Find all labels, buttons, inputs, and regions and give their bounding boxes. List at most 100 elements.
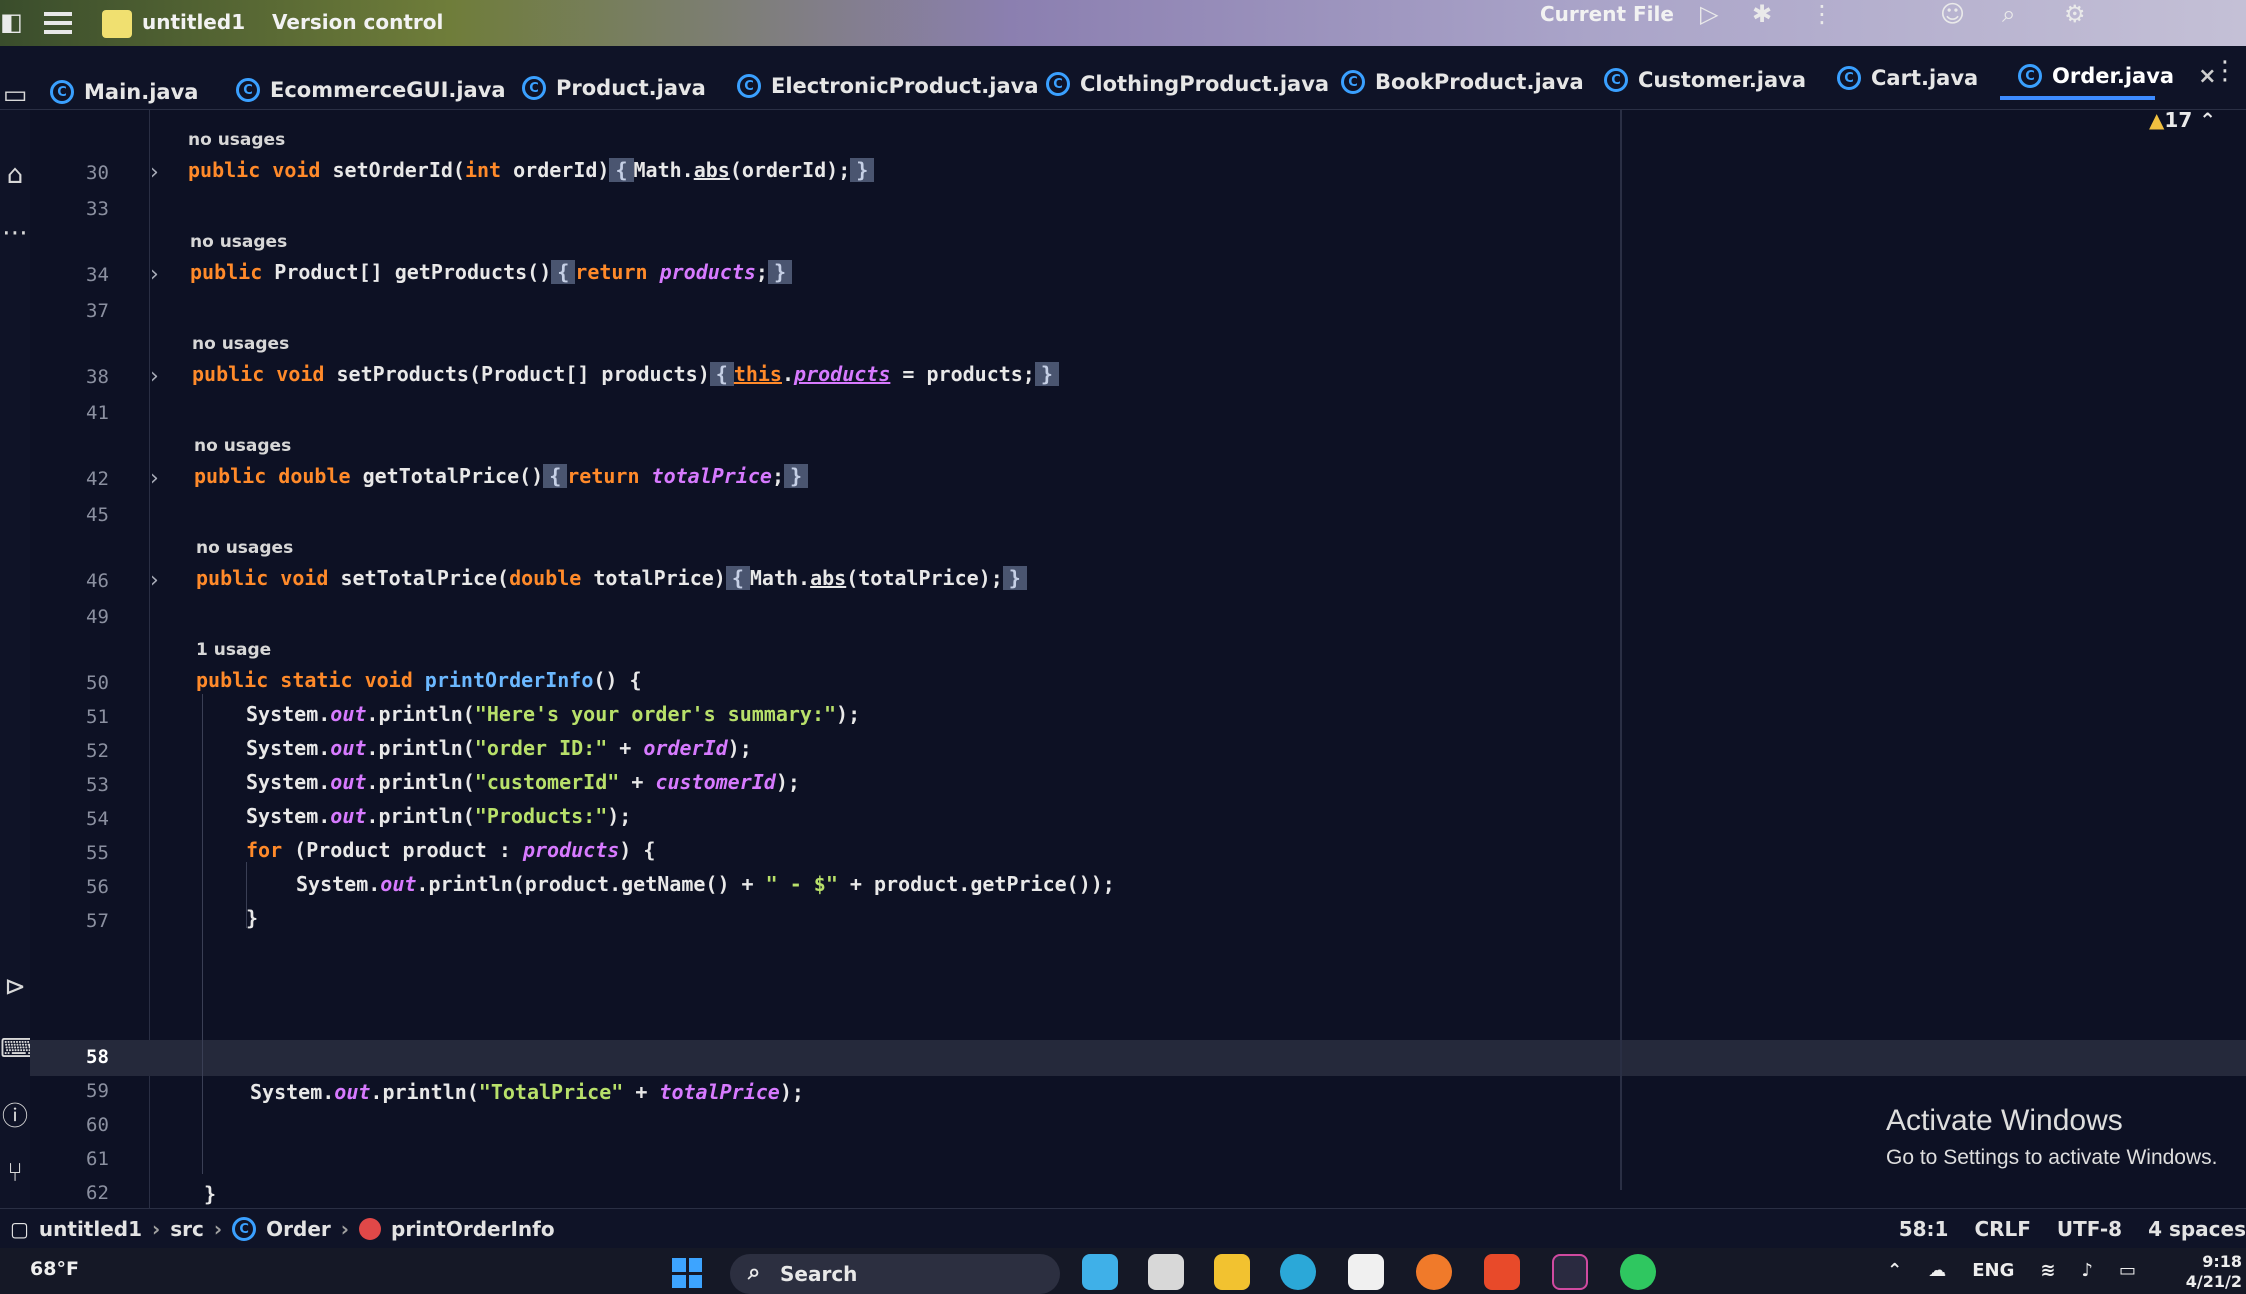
code-line-50: public static void printOrderInfo() { xyxy=(196,668,642,692)
class-icon: C xyxy=(1046,72,1070,96)
usage-hint[interactable]: no usages xyxy=(192,334,289,354)
cursor-position[interactable]: 58:1 xyxy=(1899,1217,1949,1241)
title-bar: ◧ untitled1 Version control Current File… xyxy=(0,0,2246,46)
line-number: 51 xyxy=(86,706,109,728)
class-icon: C xyxy=(1837,66,1861,90)
volume-icon[interactable]: ♪ xyxy=(2081,1260,2093,1281)
brave-browser-icon[interactable] xyxy=(1484,1254,1520,1290)
line-number: 57 xyxy=(86,910,109,932)
tabs-more-icon[interactable]: ⋮ xyxy=(2212,56,2238,86)
store-app-icon[interactable] xyxy=(1348,1254,1384,1290)
settings-gear-icon[interactable]: ⚙ xyxy=(2064,0,2086,28)
chevron-up-icon[interactable]: ⌃ xyxy=(2199,108,2216,132)
inspection-warnings[interactable]: ▲17 ⌃ xyxy=(2149,108,2216,132)
language-indicator[interactable]: ENG xyxy=(1972,1260,2014,1281)
file-encoding[interactable]: UTF-8 xyxy=(2057,1217,2122,1241)
tab-main-java[interactable]: C Main.java xyxy=(50,74,198,110)
chevron-up-icon[interactable]: ⌃ xyxy=(1887,1260,1902,1281)
active-tab-indicator xyxy=(2000,96,2155,100)
warning-count: 17 xyxy=(2164,108,2193,132)
problems-tool-icon[interactable]: ⓘ xyxy=(0,1096,30,1133)
project-selector[interactable]: untitled1 xyxy=(142,10,245,34)
status-indicators: 58:1 CRLF UTF-8 4 spaces xyxy=(1899,1217,2246,1241)
tab-product-java[interactable]: C Product.java xyxy=(522,70,706,106)
activate-subtitle: Go to Settings to activate Windows. xyxy=(1886,1146,2218,1169)
breadcrumb-method[interactable]: printOrderInfo xyxy=(391,1217,555,1241)
usage-hint[interactable]: no usages xyxy=(196,538,293,558)
usage-hint[interactable]: no usages xyxy=(188,130,285,150)
task-view-icon[interactable] xyxy=(1148,1254,1184,1290)
usage-hint[interactable]: no usages xyxy=(190,232,287,252)
code-line-53: System.out.println("customerId" + custom… xyxy=(246,770,800,794)
copilot-app-icon[interactable] xyxy=(1082,1254,1118,1290)
code-editor[interactable]: no usages public void setOrderId(int ord… xyxy=(150,110,2246,1240)
usage-hint[interactable]: no usages xyxy=(194,436,291,456)
code-line-46: public void setTotalPrice(double totalPr… xyxy=(196,566,1027,590)
vcs-selector[interactable]: Version control xyxy=(272,10,443,34)
code-line-56: System.out.println(product.getName() + "… xyxy=(296,872,1115,896)
tab-electronicproduct-java[interactable]: C ElectronicProduct.java xyxy=(737,68,1039,104)
code-line-52: System.out.println("order ID:" + orderId… xyxy=(246,736,752,760)
line-number: 61 xyxy=(86,1148,109,1170)
class-icon: C xyxy=(1341,70,1365,94)
debug-icon[interactable]: ✱ xyxy=(1752,0,1772,28)
warning-icon: ▲ xyxy=(2149,108,2165,132)
indent-setting[interactable]: 4 spaces xyxy=(2148,1217,2246,1241)
run-icon[interactable]: ▷ xyxy=(1700,0,1718,28)
breadcrumb-separator-icon: › xyxy=(152,1217,161,1241)
commit-tool-icon[interactable]: ⌂ xyxy=(0,160,30,190)
left-tool-strip: ▭ ⌂ ⋯ ⊳ ⌨ ⓘ ⑂ xyxy=(0,80,38,1208)
code-line-55: for (Product product : products) { xyxy=(246,838,656,862)
line-number: 55 xyxy=(86,842,109,864)
line-number: 62 xyxy=(86,1182,109,1204)
windows-start-icon[interactable] xyxy=(672,1258,702,1288)
breadcrumb-project[interactable]: untitled1 xyxy=(39,1217,142,1241)
class-icon: C xyxy=(236,78,260,102)
usage-hint[interactable]: 1 usage xyxy=(196,640,271,660)
weather-widget[interactable]: 68°F xyxy=(30,1258,79,1280)
wifi-icon[interactable]: ≋ xyxy=(2040,1260,2055,1281)
run-tool-icon[interactable]: ⊳ xyxy=(0,972,30,1002)
search-icon[interactable]: ⌕ xyxy=(2002,0,2015,28)
battery-icon[interactable]: ▭ xyxy=(2119,1260,2136,1281)
code-line-38: public void setProducts(Product[] produc… xyxy=(192,362,1059,386)
firefox-icon[interactable] xyxy=(1416,1254,1452,1290)
line-number: 30 xyxy=(86,162,109,184)
more-tools-icon[interactable]: ⋯ xyxy=(0,218,30,248)
tab-label: EcommerceGUI.java xyxy=(270,78,506,102)
run-config-selector[interactable]: Current File xyxy=(1540,2,1674,26)
code-line-42: public double getTotalPrice(){return tot… xyxy=(194,464,809,488)
line-number: 56 xyxy=(86,876,109,898)
code-line-57: } xyxy=(246,906,259,930)
line-separator[interactable]: CRLF xyxy=(1974,1217,2030,1241)
more-actions-icon[interactable]: ⋮ xyxy=(1810,0,1834,28)
system-tray: ⌃ ☁ ENG ≋ ♪ ▭ xyxy=(1887,1260,2136,1281)
whatsapp-icon[interactable] xyxy=(1620,1254,1656,1290)
tab-customer-java[interactable]: C Customer.java xyxy=(1604,62,1806,98)
project-badge-icon xyxy=(102,10,132,38)
tab-clothingproduct-java[interactable]: C ClothingProduct.java xyxy=(1046,66,1329,102)
breadcrumb-class[interactable]: Order xyxy=(266,1217,331,1241)
tab-cart-java[interactable]: C Cart.java xyxy=(1837,60,1978,96)
git-tool-icon[interactable]: ⑂ xyxy=(0,1158,30,1188)
class-icon: C xyxy=(522,76,546,100)
project-tool-icon[interactable]: ▭ xyxy=(0,80,30,110)
line-number: 59 xyxy=(86,1080,109,1102)
file-explorer-icon[interactable] xyxy=(1214,1254,1250,1290)
class-icon: C xyxy=(232,1217,257,1241)
breadcrumb-src[interactable]: src xyxy=(170,1217,204,1241)
line-number: 54 xyxy=(86,808,109,830)
main-menu-icon[interactable] xyxy=(44,12,72,34)
tab-bookproduct-java[interactable]: C BookProduct.java xyxy=(1341,64,1584,100)
clock[interactable]: 9:18 4/21/2 xyxy=(2186,1252,2242,1292)
tab-order-java[interactable]: C Order.java × xyxy=(2018,58,2217,94)
onedrive-icon[interactable]: ☁ xyxy=(1928,1260,1946,1281)
edge-browser-icon[interactable] xyxy=(1280,1254,1316,1290)
class-icon: C xyxy=(50,80,74,104)
user-icon[interactable]: ☺ xyxy=(1940,0,1965,28)
terminal-tool-icon[interactable]: ⌨ xyxy=(0,1034,38,1064)
intellij-app-icon[interactable] xyxy=(1552,1254,1588,1290)
tab-label: ElectronicProduct.java xyxy=(771,74,1039,98)
taskbar-search[interactable]: ⌕ Search xyxy=(730,1254,1060,1294)
tab-ecommercegui-java[interactable]: C EcommerceGUI.java xyxy=(236,72,506,108)
